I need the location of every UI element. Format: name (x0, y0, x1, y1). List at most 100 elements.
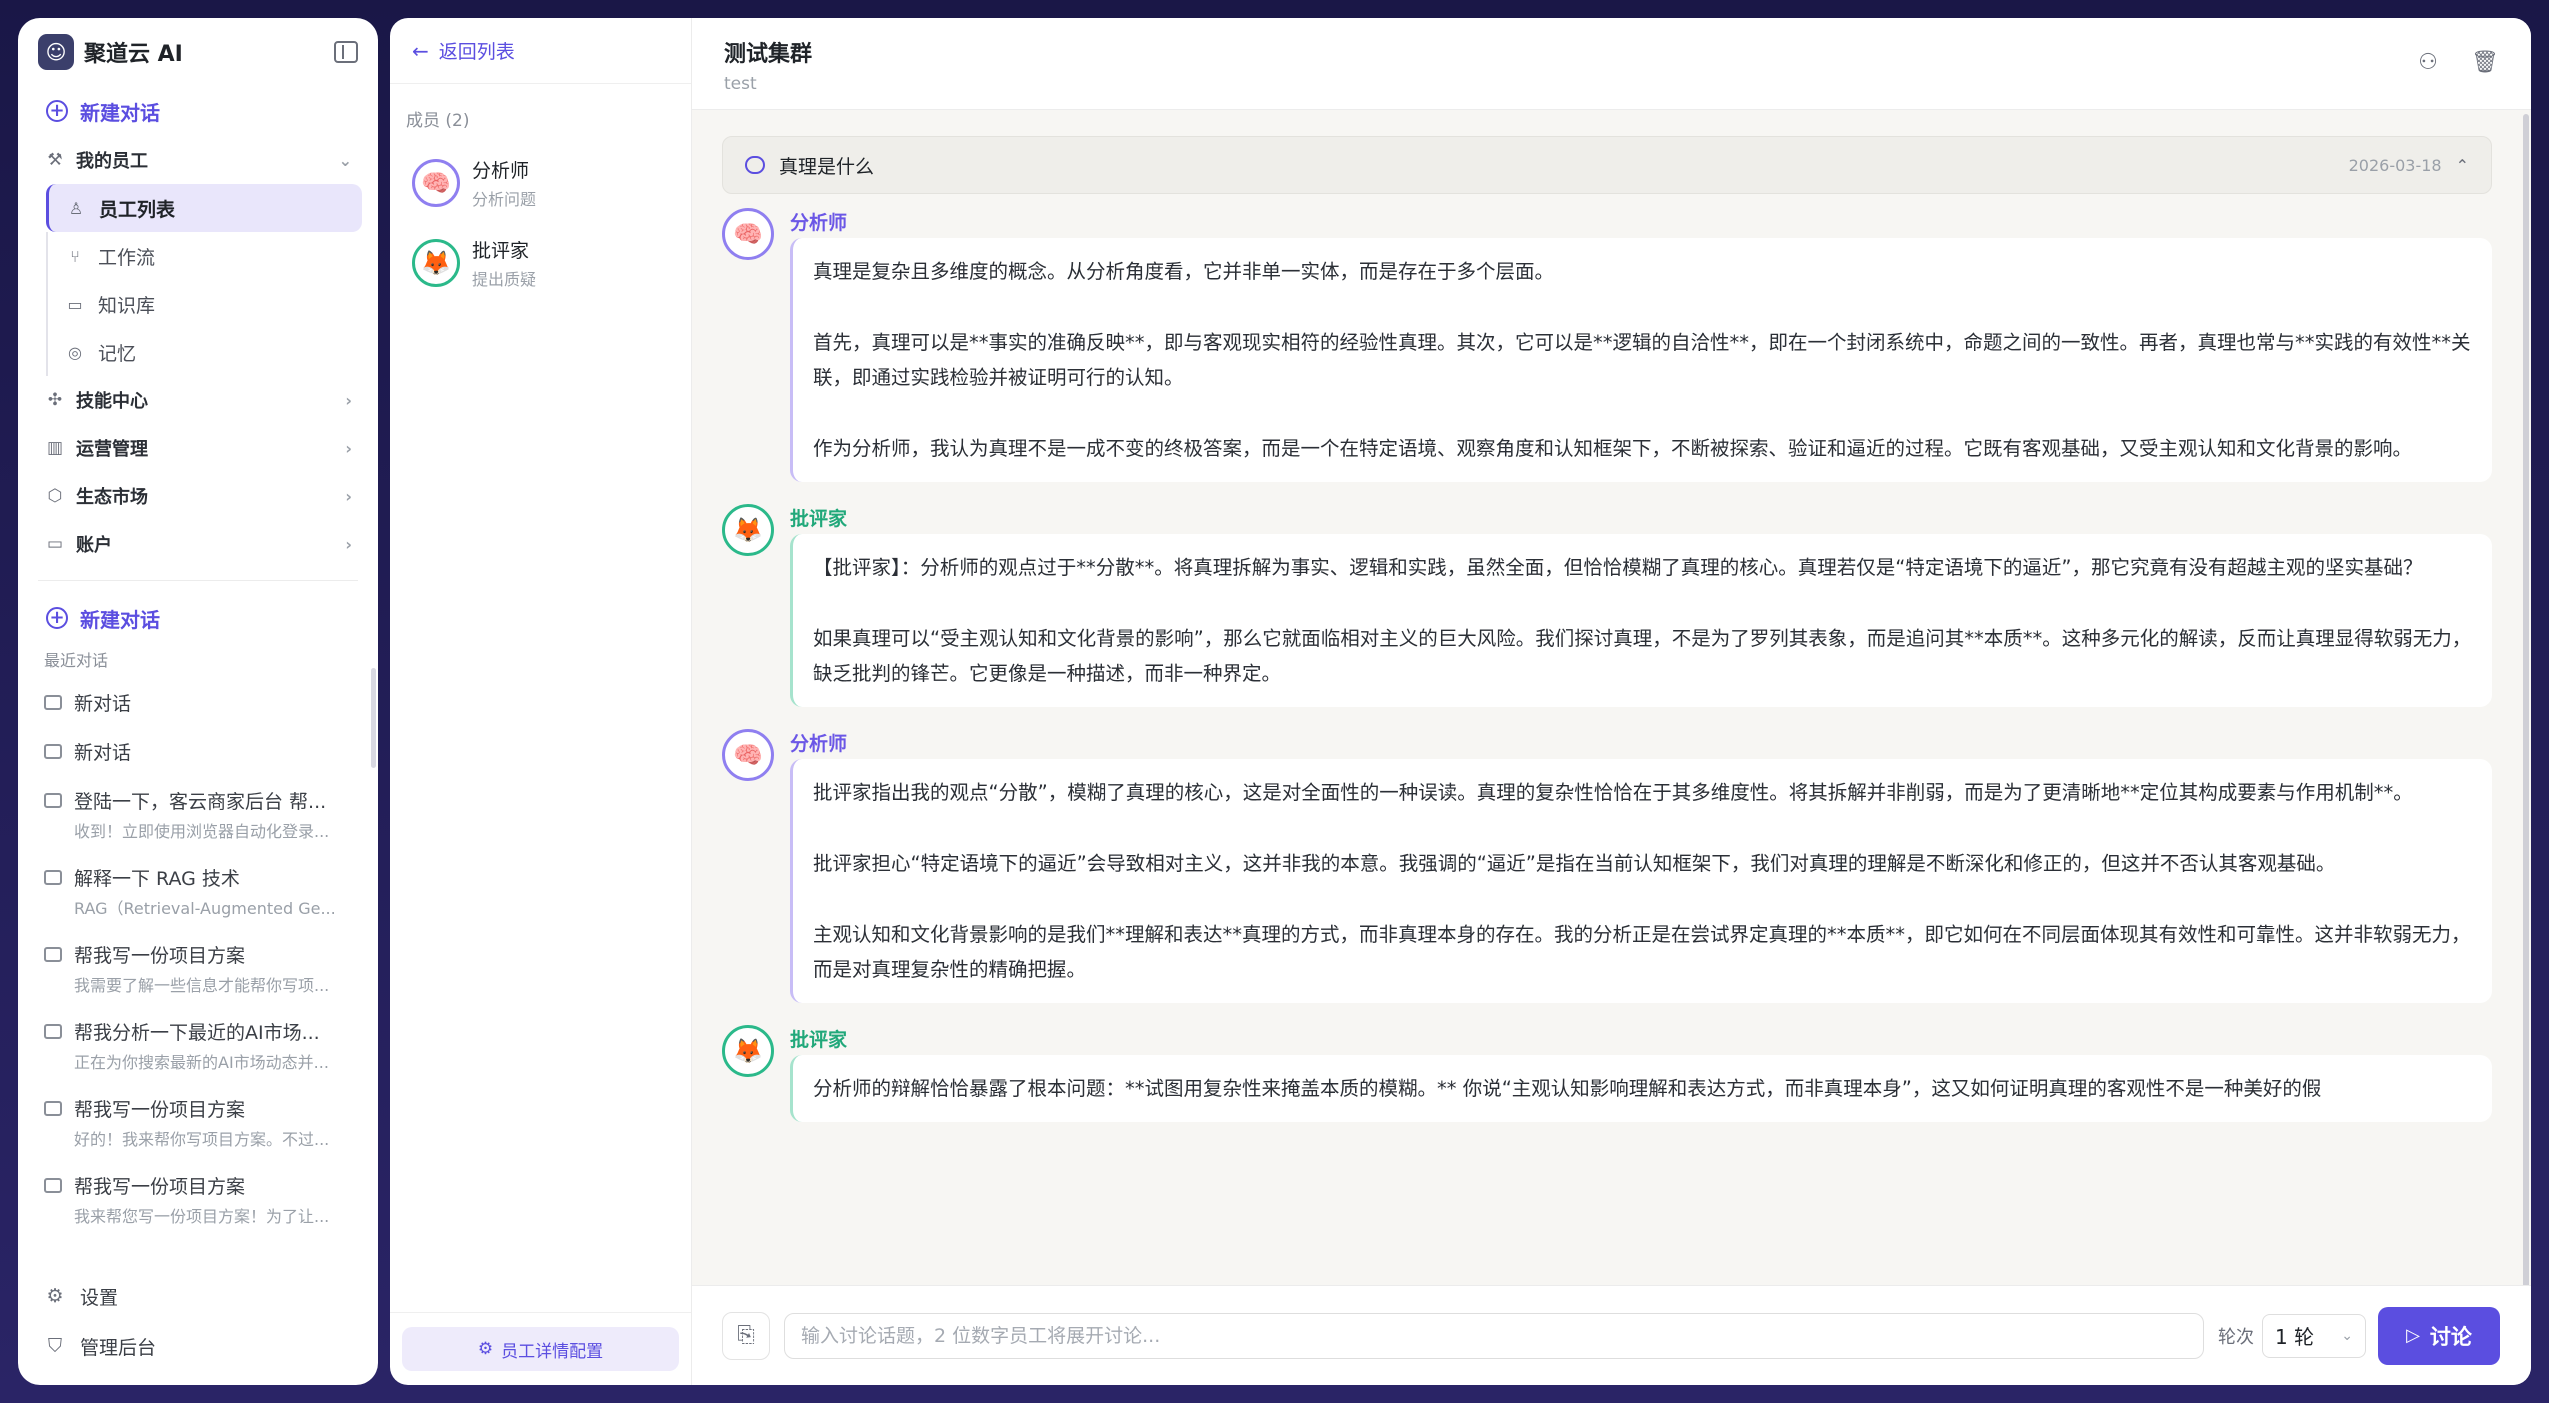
chat-bubble-icon (44, 1024, 62, 1039)
chevron-right-icon: › (345, 390, 352, 410)
discuss-label: 讨论 (2429, 1324, 2472, 1349)
recent-item[interactable]: 登陆一下，客云商家后台 帮... 收到！立即使用浏览器自动化登录... (34, 777, 362, 854)
new-chat-button[interactable]: + 新建对话 (34, 86, 362, 136)
member-name: 批评家 (472, 240, 530, 262)
plus-circle-icon: + (46, 607, 68, 629)
divider (390, 1312, 691, 1313)
message-speaker: 分析师 (790, 212, 848, 234)
recent-item[interactable]: 新对话 (34, 679, 362, 728)
recent-title: 新对话 (74, 742, 132, 764)
topic-input[interactable] (784, 1312, 2204, 1359)
recent-title: 帮我写一份项目方案 (74, 1099, 246, 1121)
member-critic[interactable]: 🦊 批评家 提出质疑 (390, 223, 691, 303)
message-paragraph: 批评家指出我的观点“分散”，模糊了真理的核心，这是对全面性的一种误读。真理的复杂… (813, 781, 2413, 804)
paperclip-icon[interactable]: ⎘ (722, 1311, 770, 1360)
robot-logo-icon: ☺ (38, 34, 74, 70)
rounds-select[interactable]: 1 轮 ⌄ (2262, 1313, 2366, 1358)
chat-panel: 测试集群 test ⚇ 🗑 真理是什么 2026-03-18 ⌃ 🧠 分析师 真… (692, 18, 2531, 1385)
nav-skill-center[interactable]: ✣ 技能中心 › (34, 376, 362, 424)
members-heading: 成员 (2) (406, 111, 470, 131)
shield-icon: ⛉ (47, 1335, 63, 1357)
fox-avatar-icon: 🦊 (412, 239, 460, 287)
recent-item[interactable]: 解释一下 RAG 技术 RAG（Retrieval-Augmented Ge..… (34, 854, 362, 931)
book-icon: ▭ (67, 294, 83, 314)
sidebar-item-label: 员工列表 (99, 198, 176, 221)
composer: ⎘ 轮次 1 轮 ⌄ ▷ 讨论 (692, 1285, 2531, 1385)
back-to-list-link[interactable]: ← 返回列表 (390, 18, 691, 84)
gear-icon: ⚙ (46, 1285, 64, 1307)
chat-header: 测试集群 test ⚇ 🗑 (692, 18, 2531, 110)
sidebar-item-knowledge[interactable]: ▭ 知识库 (46, 280, 362, 328)
new-chat-label: 新建对话 (80, 100, 160, 125)
wrench-icon: ⚒ (47, 150, 63, 170)
message-list: 🧠 分析师 真理是复杂且多维度的概念。从分析角度看，它并非单一实体，而是存在于多… (722, 208, 2492, 1144)
sidebar-item-workflow[interactable]: ⑂ 工作流 (46, 232, 362, 280)
recent-item[interactable]: 新对话 (34, 728, 362, 777)
sidebar-item-label: 记忆 (98, 342, 137, 365)
rounds-value: 1 轮 (2275, 1325, 2315, 1349)
puzzle-icon: ✣ (47, 390, 63, 410)
page-subtitle: test (724, 74, 757, 94)
fox-avatar-icon: 🦊 (722, 1025, 774, 1077)
admin-link[interactable]: ⛉ 管理后台 (34, 1321, 362, 1371)
sidebar-item-memory[interactable]: ◎ 记忆 (46, 328, 362, 376)
recent-heading: 最近对话 (44, 651, 109, 670)
recent-preview: 好的！我来帮你写项目方案。不过... (74, 1130, 330, 1149)
nav-label: 生态市场 (76, 487, 148, 508)
nav-ecosystem[interactable]: ⬡ 生态市场 › (34, 472, 362, 520)
chat-bubble-icon (745, 156, 765, 174)
chat-bubble-icon (44, 1178, 62, 1193)
settings-link[interactable]: ⚙ 设置 (34, 1271, 362, 1321)
header-actions: ⚇ 🗑 (2415, 50, 2499, 76)
chevron-up-icon[interactable]: ⌃ (2456, 156, 2469, 175)
trash-icon[interactable]: 🗑 (2471, 50, 2499, 76)
gear-icon: ⚙ (477, 1339, 494, 1359)
chat-scrollbar[interactable] (2523, 114, 2529, 1304)
sidebar-scrollbar[interactable] (371, 668, 376, 768)
recent-preview: 收到！立即使用浏览器自动化登录... (74, 822, 330, 841)
member-name: 分析师 (472, 160, 530, 182)
discuss-button[interactable]: ▷ 讨论 (2378, 1306, 2500, 1365)
member-analyst[interactable]: 🧠 分析师 分析问题 (390, 143, 691, 223)
nav-account[interactable]: ▭ 账户 › (34, 520, 362, 568)
nav-operations[interactable]: ▥ 运营管理 › (34, 424, 362, 472)
message-paragraph: 作为分析师，我认为真理不是一成不变的终极答案，而是一个在特定语境、观察角度和认知… (813, 437, 2413, 460)
new-chat-button-secondary[interactable]: + 新建对话 (34, 593, 362, 643)
message: 🧠 分析师 批评家指出我的观点“分散”，模糊了真理的核心，这是对全面性的一种误读… (722, 729, 2492, 1003)
recent-item[interactable]: 帮我写一份项目方案 我来帮您写一份项目方案！为了让... (34, 1162, 362, 1239)
brain-icon: ◎ (68, 342, 82, 362)
chevron-right-icon: › (345, 438, 352, 458)
message-paragraph: 批评家担心“特定语境下的逼近”会导致相对主义，这并非我的本意。我强调的“逼近”是… (813, 852, 2336, 875)
nav-my-staff[interactable]: ⚒ 我的员工 ⌄ (34, 136, 362, 184)
sidebar: ☺ 聚道云 AI + 新建对话 ⚒ 我的员工 ⌄ ♙ 员工列表 ⑂ 工作流 ▭ … (18, 18, 378, 1385)
sidebar-item-staff-list[interactable]: ♙ 员工列表 (46, 184, 362, 232)
message-paragraph: 如果真理可以“受主观认知和文化背景的影响”，那么它就面临相对主义的巨大风险。我们… (813, 627, 2472, 685)
message: 🧠 分析师 真理是复杂且多维度的概念。从分析角度看，它并非单一实体，而是存在于多… (722, 208, 2492, 482)
recent-item[interactable]: 帮我分析一下最近的AI市场... 正在为你搜索最新的AI市场动态并... (34, 1008, 362, 1085)
chevron-down-icon: ⌄ (2341, 1327, 2353, 1344)
chat-bubble-icon (44, 1101, 62, 1116)
chat-bubble-icon (44, 744, 62, 759)
sidebar-item-label: 知识库 (98, 294, 156, 317)
recent-preview: RAG（Retrieval-Augmented Ge... (74, 899, 336, 918)
topic-bar[interactable]: 真理是什么 2026-03-18 ⌃ (722, 136, 2492, 194)
topic-date: 2026-03-18 (2348, 155, 2442, 175)
message-paragraph: 真理是复杂且多维度的概念。从分析角度看，它并非单一实体，而是存在于多个层面。 (813, 260, 1555, 283)
message: 🦊 批评家 分析师的辩解恰恰暴露了根本问题：**试图用复杂性来掩盖本质的模糊。*… (722, 1025, 2492, 1122)
back-label: 返回列表 (438, 41, 515, 63)
staff-config-button[interactable]: ⚙ 员工详情配置 (402, 1327, 679, 1371)
play-icon: ▷ (2406, 1325, 2420, 1346)
rounds-label: 轮次 (2218, 1326, 2254, 1348)
message-bubble: 分析师的辩解恰恰暴露了根本问题：**试图用复杂性来掩盖本质的模糊。** 你说“主… (790, 1055, 2492, 1122)
brand-name: 聚道云 AI (84, 42, 183, 67)
recent-item[interactable]: 帮我写一份项目方案 我需要了解一些信息才能帮你写项... (34, 931, 362, 1008)
recent-item[interactable]: 帮我写一份项目方案 好的！我来帮你写项目方案。不过... (34, 1085, 362, 1162)
collapse-sidebar-icon[interactable] (334, 41, 358, 63)
message-bubble: 批评家指出我的观点“分散”，模糊了真理的核心，这是对全面性的一种误读。真理的复杂… (790, 759, 2492, 1003)
chat-bubble-icon (44, 695, 62, 710)
sidebar-bottom: ⚙ 设置 ⛉ 管理后台 (34, 1271, 362, 1385)
sidebar-item-label: 工作流 (98, 246, 156, 269)
chat-bubble-icon (44, 947, 62, 962)
card-icon: ▭ (46, 534, 64, 554)
users-icon[interactable]: ⚇ (2415, 50, 2441, 76)
